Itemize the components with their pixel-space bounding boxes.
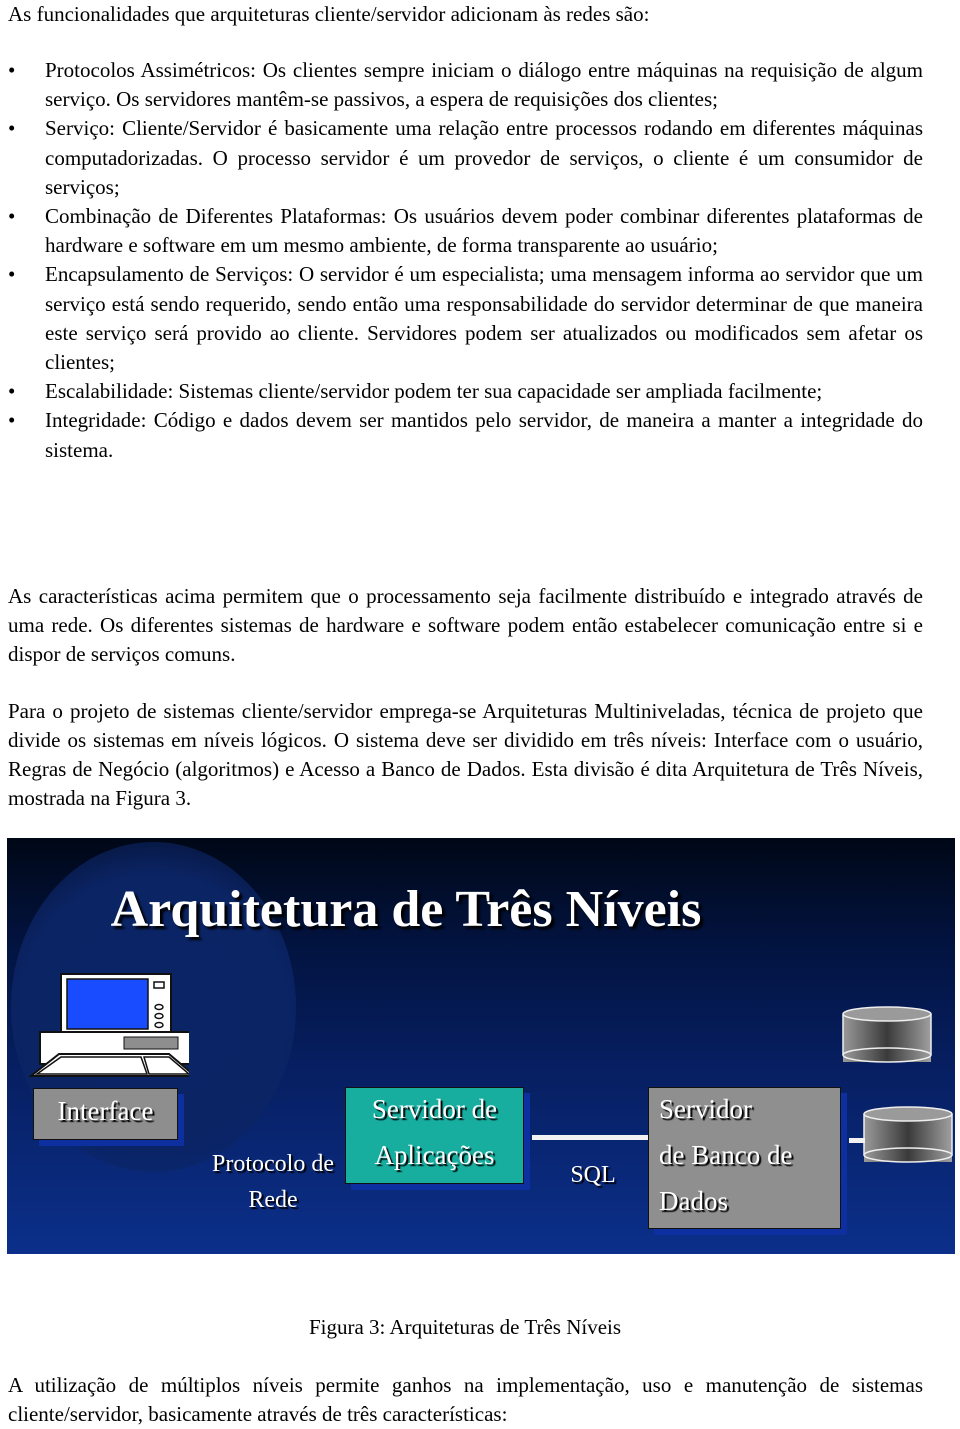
list-item-text: Encapsulamento de Serviços: O servidor é… [45,262,923,375]
app-server-label-line2: Aplicações [374,1140,495,1170]
list-item-text: Protocolos Assimétricos: Os clientes sem… [45,58,923,112]
list-item: • Protocolos Assimétricos: Os clientes se… [0,56,923,114]
bullet-icon: • [8,116,16,141]
database-cylinder-icon [842,1006,932,1063]
characteristics-paragraph: As características acima permitem que o … [8,584,923,666]
database-connection-line [849,1138,865,1143]
database-server-box: Servidor de Banco de Dados [648,1087,841,1229]
bullet-icon: • [8,58,16,82]
intro-paragraph: As funcionalidades que arquiteturas clie… [8,2,650,26]
features-list: • Protocolos Assimétricos: Os clientes se… [0,56,923,465]
sql-label: SQL [570,1162,616,1188]
bullet-icon: • [8,204,16,229]
list-item-text: Escalabilidade: Sistemas cliente/servido… [45,379,823,404]
list-item: • Serviço: Cliente/Servidor é basicamente… [0,114,923,202]
multilevel-benefits-paragraph: A utilização de múltiplos níveis permite… [8,1373,923,1426]
computer-icon [29,973,189,1077]
multitier-paragraph: Para o projeto de sistemas cliente/servi… [8,699,923,810]
sql-connection-line [532,1135,648,1140]
list-item-text: Combinação de Diferentes Plataformas: Os… [45,204,923,258]
list-item: • Combinação de Diferentes Plataformas: O… [0,202,923,260]
network-protocol-label: Protocolo de Rede [193,1146,353,1218]
protocol-label-line1: Protocolo de [212,1151,334,1177]
list-item-text: Serviço: Cliente/Servidor é basicamente … [45,116,923,199]
db-server-label-line1: Servidor [659,1094,752,1124]
interface-label: Interface [57,1096,154,1126]
bullet-icon: • [8,262,16,287]
list-item: • Encapsulamento de Serviços: O servidor … [0,260,923,377]
db-server-label-line3: Dados [659,1186,728,1216]
database-cylinder-icon [863,1106,953,1163]
interface-box: Interface [33,1088,178,1140]
app-server-label-line1: Servidor de [371,1094,498,1124]
bullet-icon: • [8,408,16,433]
db-server-label-line2: de Banco de [659,1140,793,1170]
list-item: • Escalabilidade: Sistemas cliente/servid… [0,377,923,406]
list-item: • Integridade: Código e dados devem ser m… [0,406,923,464]
figure-title: Arquitetura de Três Níveis [110,881,702,938]
protocol-label-line2: Rede [248,1187,298,1213]
three-tier-figure: Arquitetura de Três Níveis Interface Pro… [7,838,955,1254]
application-server-box: Servidor de Aplicações [345,1087,524,1184]
bullet-icon: • [8,379,16,404]
list-item-text: Integridade: Código e dados devem ser ma… [45,408,923,462]
figure-caption: Figura 3: Arquiteturas de Três Níveis [308,1315,622,1339]
